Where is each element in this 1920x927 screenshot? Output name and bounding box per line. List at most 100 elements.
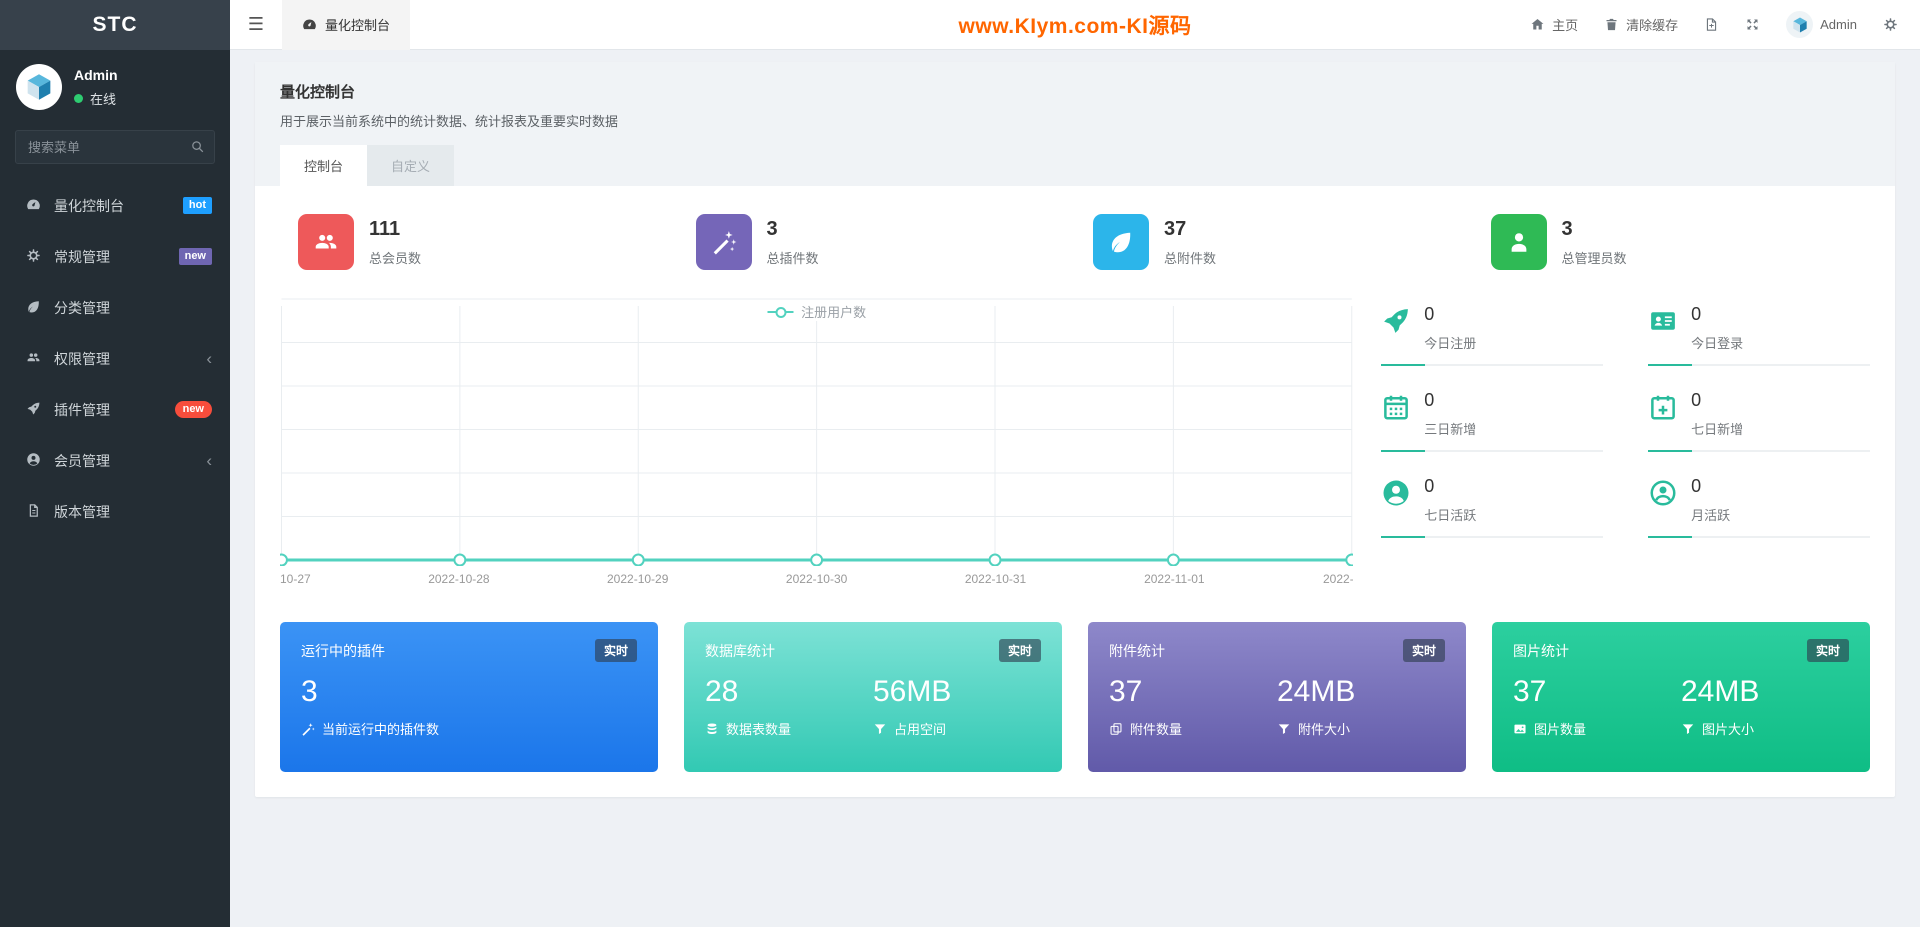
stat-members: 111 总会员数: [280, 214, 678, 270]
brand-logo: STC: [0, 0, 230, 50]
image-icon: [1514, 724, 1526, 733]
gear-icon: [1884, 18, 1897, 31]
metric-label: 当前运行中的插件数: [322, 722, 440, 737]
sidebar-item-dashboard[interactable]: 量化控制台 hot: [0, 180, 230, 231]
legend-marker-icon: [767, 306, 794, 318]
site-watermark: www.KIym.com-KI源码: [958, 14, 1192, 38]
home-icon: [1531, 19, 1544, 30]
sidebar-item-version[interactable]: 版本管理: [0, 486, 230, 537]
user-status: 在线: [90, 91, 117, 107]
card-image-stats: 图片统计 实时 37 图片数量 24MB 图片大小: [1492, 622, 1870, 772]
card-title: 运行中的插件: [301, 642, 385, 659]
avatar: [1786, 11, 1814, 38]
mini-stat-3day-new: 0 三日新增: [1381, 390, 1604, 452]
mini-value: 0: [1424, 390, 1435, 410]
topbar: ☰ 量化控制台 www.KIym.com-KI源码 主页 清除缓存 Admin: [230, 0, 1920, 50]
rocket-icon: [1381, 304, 1411, 352]
realtime-cards: 运行中的插件 实时 3 当前运行中的插件数 数据库统计 实时 28 数据表数量 …: [280, 622, 1870, 772]
metric-value: 3: [301, 675, 318, 708]
tachometer-icon: [303, 19, 316, 30]
user-menu[interactable]: Admin: [1786, 11, 1857, 38]
realtime-badge: 实时: [998, 639, 1041, 662]
x-tick: 2022-10-31: [964, 572, 1027, 586]
sidebar-item-label: 量化控制台: [54, 197, 124, 214]
mini-value: 0: [1424, 304, 1435, 324]
mini-value: 0: [1691, 304, 1702, 324]
metric-label: 图片大小: [1702, 722, 1755, 737]
sidebar-item-plugins[interactable]: 插件管理 new: [0, 384, 230, 435]
hot-badge: hot: [182, 196, 212, 215]
stat-label: 总插件数: [766, 250, 819, 266]
tab-custom[interactable]: 自定义: [367, 145, 455, 186]
language-button[interactable]: [1704, 17, 1719, 32]
tab-dashboard[interactable]: 量化控制台: [282, 0, 411, 50]
sidebar-item-general[interactable]: 常规管理 new: [0, 231, 230, 282]
mini-stat-7day-new: 0 七日新增: [1648, 390, 1870, 452]
clear-cache-label: 清除缓存: [1626, 18, 1679, 33]
dashboard-panel: 量化控制台 用于展示当前系统中的统计数据、统计报表及重要实时数据 控制台 自定义…: [255, 62, 1895, 797]
clear-cache-button[interactable]: 清除缓存: [1604, 15, 1678, 34]
users-icon: [24, 350, 42, 367]
card-database-stats: 数据库统计 实时 28 数据表数量 56MB 占用空间: [684, 622, 1062, 772]
metric-label: 数据表数量: [726, 722, 792, 737]
filter-icon: [1278, 723, 1290, 734]
x-tick: 2022-10-29: [607, 572, 669, 586]
mini-stat-7day-active: 0 七日活跃: [1381, 476, 1604, 538]
sidebar-item-category[interactable]: 分类管理: [0, 282, 230, 333]
username-label: Admin: [1820, 17, 1857, 32]
file-icon: [24, 503, 42, 520]
mini-value: 0: [1691, 390, 1702, 410]
stat-plugins: 3 总插件数: [678, 214, 1076, 270]
metric-value: 28: [705, 675, 739, 708]
mini-stat-month-active: 0 月活跃: [1648, 476, 1870, 538]
card-attachment-stats: 附件统计 实时 37 附件数量 24MB 附件大小: [1088, 622, 1466, 772]
x-tick: 2022-10-30: [785, 572, 848, 586]
home-button[interactable]: 主页: [1530, 15, 1578, 34]
hamburger-icon[interactable]: ☰: [230, 0, 282, 50]
user-panel: Admin 在线: [0, 50, 230, 122]
user-circle-solid-icon: [1381, 476, 1411, 524]
filter-icon: [1682, 723, 1694, 734]
users-icon: [298, 214, 354, 270]
language-icon: [1707, 18, 1717, 31]
tab-console[interactable]: 控制台: [280, 145, 368, 186]
sidebar: STC Admin 在线 量化控制台 hot 常规管理 new: [0, 0, 230, 927]
metric-value: 24MB: [1277, 675, 1356, 708]
leaf-icon: [24, 299, 42, 316]
copy-icon: [1110, 722, 1122, 735]
settings-button[interactable]: [1883, 17, 1898, 32]
fullscreen-button[interactable]: [1745, 17, 1760, 32]
search-input[interactable]: [15, 130, 215, 164]
sidebar-item-label: 分类管理: [54, 299, 110, 316]
metric-label: 附件大小: [1298, 722, 1351, 737]
wand-icon: [302, 722, 315, 736]
mini-stat-today-login: 0 今日登录: [1648, 304, 1870, 366]
mini-value: 0: [1691, 476, 1702, 496]
mini-label: 今日注册: [1424, 336, 1477, 351]
gears-icon: [24, 248, 42, 265]
wand-icon: [695, 214, 752, 270]
card-title: 数据库统计: [705, 642, 775, 659]
sidebar-menu: 量化控制台 hot 常规管理 new 分类管理 权限管理 ‹ 插件管理 new …: [0, 180, 230, 537]
page-title: 量化控制台: [280, 84, 356, 101]
metric-value: 37: [1513, 675, 1547, 708]
mini-label: 今日登录: [1691, 336, 1744, 351]
cube-logo-icon: [1792, 17, 1807, 32]
card-running-plugins: 运行中的插件 实时 3 当前运行中的插件数: [280, 622, 658, 772]
new-badge: new: [178, 247, 212, 266]
x-tick: 2022-11-01: [1144, 572, 1205, 586]
cube-logo-icon: [27, 74, 51, 100]
chevron-left-icon: ‹: [206, 451, 212, 470]
sidebar-item-label: 权限管理: [54, 350, 110, 367]
stats-row: 111 总会员数 3 总插件数 37 总附件数 3 总管理员数: [280, 214, 1870, 270]
stat-value: 111: [369, 217, 401, 240]
stat-label: 总会员数: [369, 250, 422, 266]
sidebar-item-permission[interactable]: 权限管理 ‹: [0, 333, 230, 384]
calendar-icon: [1381, 390, 1411, 438]
metric-label: 占用空间: [894, 722, 947, 737]
mini-label: 七日新增: [1691, 422, 1744, 437]
chart-x-axis: 2022-10-27 2022-10-28 2022-10-29 2022-10…: [280, 566, 1353, 592]
sidebar-item-members[interactable]: 会员管理 ‹: [0, 435, 230, 486]
mini-stat-today-register: 0 今日注册: [1381, 304, 1604, 366]
line-chart-svg: [280, 298, 1354, 566]
